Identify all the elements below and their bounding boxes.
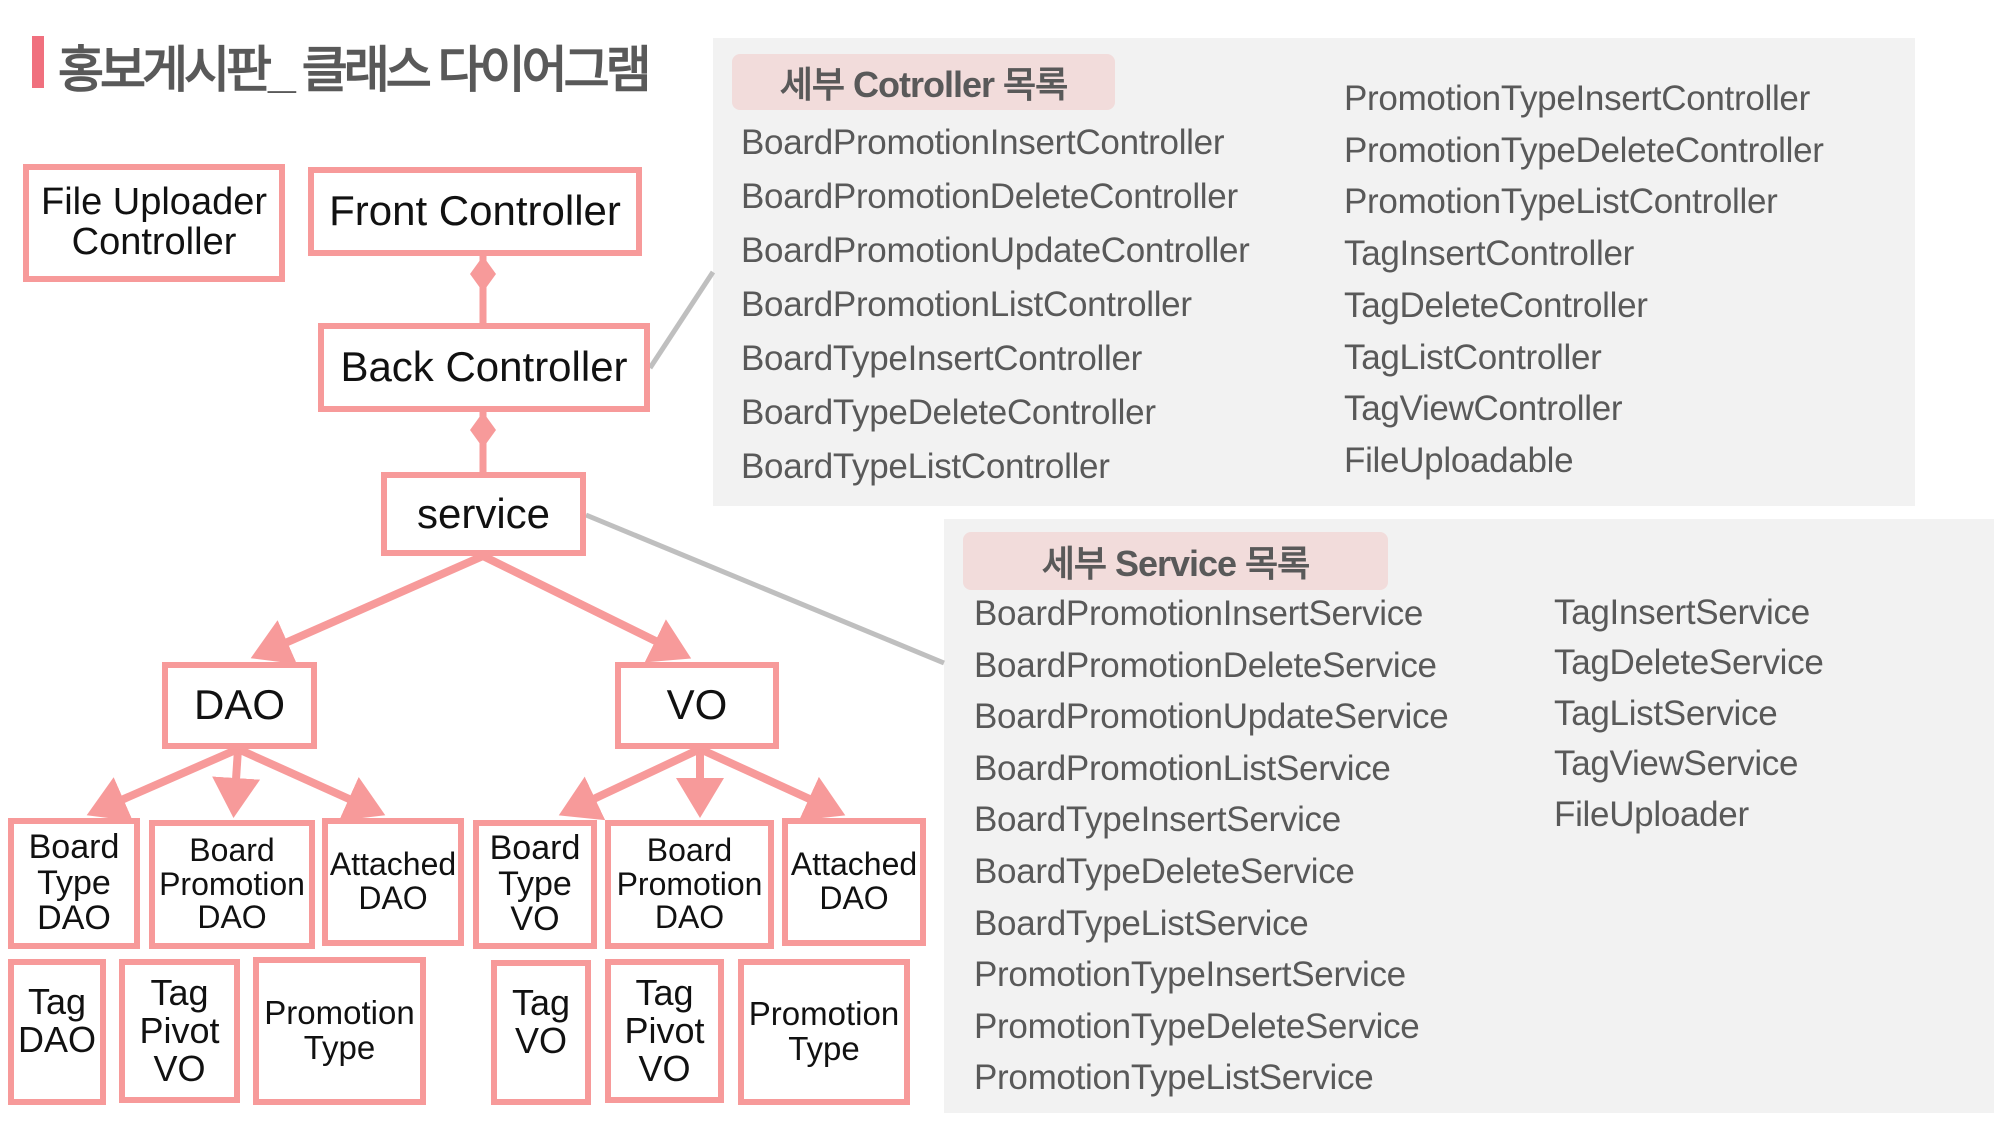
- file-uploader-controller-box: File Uploader Controller: [23, 164, 285, 282]
- tag-dao-box: Tag DAO: [8, 959, 106, 1105]
- board-type-vo-box: Board Type VO: [473, 820, 597, 949]
- diamond-icon: [470, 412, 496, 448]
- board-type-dao-box: Board Type DAO: [8, 818, 140, 949]
- tag-vo-box: Tag VO: [491, 960, 591, 1105]
- tag-pivot-vo-box: Tag Pivot VO: [119, 959, 240, 1103]
- tag-pivot-vo-box-vo: Tag Pivot VO: [605, 959, 724, 1103]
- arrow-vo-attached: [698, 745, 846, 821]
- arrow-dao-attached: [236, 745, 386, 821]
- attached-dao-box: Attached DAO: [322, 818, 464, 946]
- vo-box: VO: [615, 662, 779, 749]
- board-promotion-dao-box-vo: Board Promotion DAO: [605, 820, 774, 949]
- connector-back-to-controller-panel: [647, 270, 716, 370]
- dao-box: DAO: [162, 662, 317, 749]
- arrow-service-vo: [481, 552, 692, 663]
- arrow-vo-boardtype: [558, 745, 702, 821]
- promotion-type-box-vo: Promotion Type: [738, 959, 910, 1105]
- service-box: service: [381, 472, 586, 556]
- arrow-service-dao: [250, 552, 485, 665]
- connector-service-to-service-panel: [585, 512, 945, 666]
- promotion-type-box: Promotion Type: [253, 957, 426, 1105]
- back-controller-box: Back Controller: [318, 323, 650, 412]
- attached-dao-box-vo: Attached DAO: [782, 818, 926, 946]
- front-controller-box: Front Controller: [308, 167, 642, 256]
- arrow-dao-boardpromotion: [212, 748, 261, 818]
- arrow-dao-boardtype: [86, 745, 240, 822]
- diamond-icon: [470, 256, 496, 292]
- board-promotion-dao-box: Board Promotion DAO: [149, 820, 315, 949]
